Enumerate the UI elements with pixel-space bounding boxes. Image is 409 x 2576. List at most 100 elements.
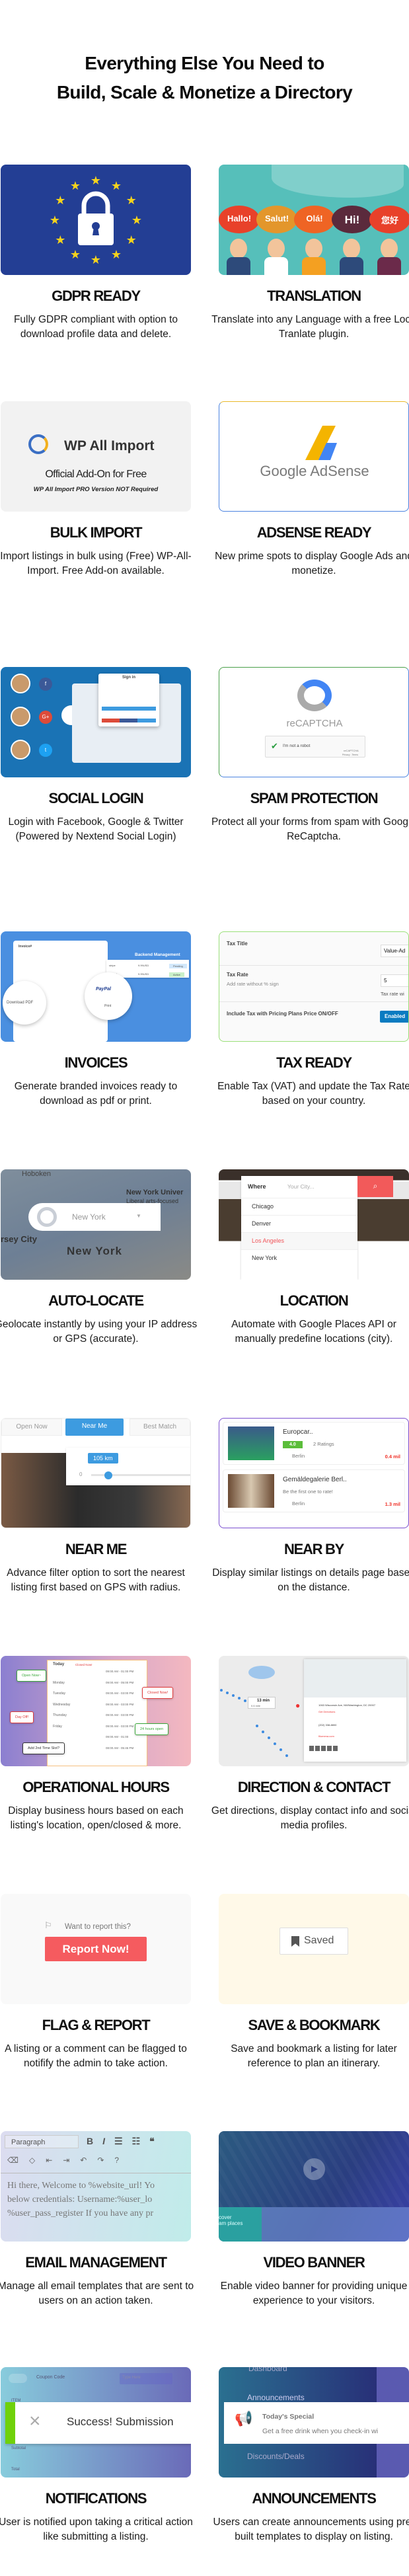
status-badge: Add 2nd Time Slot? [22,1742,65,1754]
star-icon: ★ [111,248,122,261]
location-option[interactable]: Los Angeles [241,1232,357,1249]
feature-card: reCAPTCHA ✔ I'm not a robot reCAPTCHA Privac… [211,667,409,842]
menu-item-discounts: Discounts/Deals [247,2452,305,2461]
social-button-1[interactable]: G+ [39,711,52,724]
email-body-line: %user_pass_register If you have any pr [7,2208,154,2218]
social-buttons[interactable] [102,719,156,722]
invoice-number: Invoice# [19,945,32,949]
listing-city: Berlin [292,1501,305,1506]
feature-title: SOCIAL LOGIN [48,790,144,806]
feature-card: ★ ★ ★ ★ ★ ★ ★ ★ ★ ★ ★ ★ GDPR READY Fully GDPR complia… [1,165,191,340]
feature-card: WP All Import Official Add-On for Free WP … [0,401,192,576]
search-button[interactable]: ⌕ [357,1176,393,1197]
feature-image: reCAPTCHA ✔ I'm not a robot reCAPTCHA Privac… [219,667,409,777]
eu-lock-icon: ★ ★ ★ ★ ★ ★ ★ ★ ★ ★ ★ ★ [50,174,142,266]
status-badge: Day Off! [10,1711,34,1723]
address-text: 1063 Wisconsin Ave, NWWashington, DC 200… [318,1703,376,1707]
location-option[interactable]: Denver [241,1215,357,1232]
toolbar-icons-row2[interactable]: ⌫◇⇤⇥↶↷? [7,2156,130,2165]
route-dot [238,1697,241,1699]
backend-title: Backend Management [135,953,180,957]
radius-slider-handle[interactable] [104,1471,112,1479]
person [343,239,360,258]
lake [248,1666,275,1679]
flag-icon: ⚐ [44,1920,52,1930]
route-dot [268,1737,270,1739]
feature-description: Generate branded invoices ready to downl… [14,1081,178,1107]
paypal-circle[interactable]: PayPal Print [85,972,132,1020]
nearby-listing[interactable]: Europcar.. 4.0 2 Ratings Berlin 0.4 mil [223,1422,405,1465]
feature-image: Hoboken New York Univer Liberal arts-focus… [1,1169,191,1280]
feature-title: INVOICES [64,1054,128,1071]
map-label: New York [67,1245,122,1257]
feature-image: Coupon Code Type Here ITEM × Success! Submis… [1,2367,191,2478]
page-title-line-1: Everything Else You Need to [85,53,324,73]
feature-card: Hoboken New York Univer Liberal arts-focus… [0,1169,197,1345]
feature-description: Import listings in bulk using (Free) WP-… [0,551,192,576]
feature-image: f G+ t Sign in [1,667,191,777]
star-icon: ★ [126,233,137,247]
hours-value: 09:00 AM - 03:00 PM [106,1713,134,1717]
print-label: Print [104,1004,112,1008]
feature-title: AUTO-LOCATE [48,1292,144,1309]
feature-description: New prime spots to display Google Ads an… [215,551,409,576]
social-icons[interactable] [309,1746,339,1751]
tax-rate-note: Tax rate wi [381,991,404,997]
location-option[interactable]: Chicago [241,1198,357,1215]
listing-name: Europcar.. [283,1428,313,1436]
bubble-text: Hallo! [227,214,252,223]
route-dot [274,1742,276,1745]
listing-thumbnail [228,1426,274,1460]
mini-map [304,1659,406,1698]
feature-description: A listing or a comment can be flagged to… [5,2043,187,2069]
social-button-0[interactable]: f [39,678,52,691]
toolbar-icons[interactable]: BI☰☷❝ [87,2136,164,2147]
feature-image: 13 min 0.6 mile ● 1063 Wisconsin Ave, NWWas… [219,1656,409,1766]
feature-description: Advance filter option to sort the neares… [7,1567,185,1593]
map-label: Hoboken [22,1170,52,1178]
nearby-listing[interactable]: Gemäldegalerie Berl.. Be the first one to… [223,1469,405,1512]
play-button[interactable]: ▶ [303,2158,325,2180]
sign-in-button[interactable] [102,707,156,711]
saved-button[interactable]: Saved [279,1928,348,1955]
invoice-cell: Active [169,972,184,977]
toggle[interactable] [9,2374,27,2383]
download-label: Download PDF [7,1001,34,1005]
enabled-toggle: Enabled [380,1011,408,1023]
person-body [340,257,363,275]
filter-tab[interactable]: Best Match [130,1419,190,1436]
close-icon[interactable]: × [29,2410,41,2433]
coupon-label: Coupon Code [36,2375,65,2380]
feature-image: Europcar.. 4.0 2 Ratings Berlin 0.4 mil Gemäl… [219,1418,409,1528]
feature-description: Save and bookmark a listing for later re… [231,2043,397,2069]
divider [219,1001,408,1002]
invoice-cell: Pending [169,964,187,968]
download-pdf-button[interactable]: Download PDF [3,981,46,1025]
status-badge: Closed Now! [142,1687,174,1699]
person-body [302,257,326,275]
radius-popover: 105 km 0 [66,1448,190,1485]
privacy-terms: Privacy - Terms [342,754,359,756]
map-label: rsey City [1,1234,37,1244]
feature-title: FLAG & REPORT [42,2017,151,2033]
announcement-card: 📢 Today's Special Get a free drink when yo… [224,2402,409,2444]
social-button-2[interactable]: t [39,744,52,757]
feature-title: ANNOUNCEMENTS [252,2490,377,2507]
feature-image: ★ ★ ★ ★ ★ ★ ★ ★ ★ ★ ★ ★ [1,165,191,275]
filter-tab[interactable]: Near Me [65,1419,124,1436]
feature-title: BULK IMPORT [50,524,143,541]
website-link: filomena.com [318,1735,334,1738]
feature-description: Display business hours based on each lis… [8,1805,184,1831]
filter-tab[interactable]: Open Now [1,1419,62,1436]
location-option[interactable]: New York [241,1249,357,1267]
recaptcha-checkbox[interactable]: ✔ I'm not a robot reCAPTCHA Privacy - Terms [265,736,365,758]
feature-card: Where Your City... Chicago Denver Los Angele… [219,1169,409,1345]
sign-in-card: Sign in [98,674,159,726]
listing-distance: 1.3 mil [385,1501,400,1507]
star-icon: ★ [131,214,142,227]
feature-title: TAX READY [276,1054,352,1071]
recaptcha-text: reCAPTCHA [286,718,343,729]
status-badge: Open Now~ [17,1670,47,1682]
tax-title-input: Value-Ad [381,945,408,957]
hours-value: 09:00 AM - 01:00 [106,1735,129,1738]
